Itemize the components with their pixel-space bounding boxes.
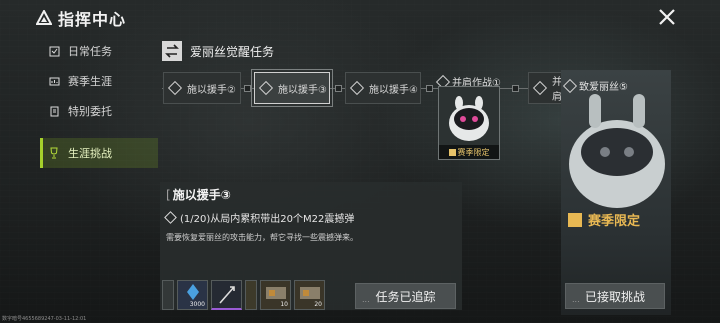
sidebar-item-label: 赛季生涯: [68, 75, 112, 88]
task-title: [施以援手③: [166, 188, 231, 202]
task-diamond-icon: [532, 80, 548, 96]
chain-connector: [244, 85, 251, 92]
robot-reward-icon: [449, 96, 489, 141]
reward-items: 3000 10 20: [162, 280, 325, 310]
chain-connector: [426, 85, 433, 92]
section-header: 爱丽丝觉醒任务: [162, 41, 274, 61]
header: 指挥中心: [36, 6, 126, 30]
crystal-icon: [187, 284, 199, 300]
reward-gift-tab: [245, 280, 257, 310]
reward-item[interactable]: 10: [260, 280, 291, 310]
sidebar-item-daily[interactable]: 日常任务: [40, 36, 158, 66]
task-tracked-button[interactable]: ... 任务已追踪: [355, 283, 456, 309]
chain-connector: [335, 85, 342, 92]
career-icon: [48, 75, 60, 87]
reward-card[interactable]: 赛季限定: [438, 86, 500, 160]
footer-code: 数字暗号4655689247-03-11-12:01: [2, 316, 87, 322]
blade-icon: [219, 286, 235, 304]
objective-diamond-icon: [164, 211, 177, 224]
trophy-icon: [48, 147, 60, 159]
commission-icon: [48, 105, 60, 117]
sidebar-item-label: 日常任务: [68, 45, 112, 58]
task-objective: (1/20)从局内累积带出20个M22震撼弹: [164, 210, 354, 225]
sidebar-item-season-career[interactable]: 赛季生涯: [40, 66, 158, 96]
sidebar: 日常任务 赛季生涯 特别委托 生涯挑战: [40, 36, 158, 168]
season-limited-badge: 赛季限定: [439, 145, 499, 159]
page-title: 指挥中心: [58, 10, 127, 29]
ammo-box-icon: [266, 287, 286, 299]
final-reward-panel: 致爱丽丝⑤: [561, 70, 671, 315]
reward-item[interactable]: [211, 280, 242, 310]
final-reward-title: 致爱丽丝⑤: [561, 78, 628, 93]
gift-icon: [568, 212, 582, 227]
task-diamond-icon: [349, 80, 365, 96]
chain-node-label: 施以援手②: [187, 84, 236, 96]
section-title: 爱丽丝觉醒任务: [190, 44, 275, 59]
reward-lock-tab: [162, 280, 174, 310]
checklist-icon: [48, 45, 60, 57]
chain-node-label: 施以援手③: [278, 84, 327, 96]
swap-icon[interactable]: [162, 41, 182, 61]
chain-connector: [512, 85, 519, 92]
reward-item[interactable]: 3000: [177, 280, 208, 310]
robot-showcase-image: [569, 94, 665, 208]
chain-node[interactable]: 施以援手④: [345, 72, 421, 104]
ammo-box-icon: [300, 287, 320, 299]
dots-icon: ...: [362, 295, 370, 304]
command-logo-icon: [36, 10, 52, 25]
chain-node[interactable]: 并肩: [528, 72, 562, 104]
chain-node-label: 施以援手④: [369, 84, 418, 96]
chain-node[interactable]: 施以援手②: [163, 72, 241, 104]
sidebar-item-label: 生涯挑战: [68, 147, 112, 160]
gift-icon: [448, 148, 456, 156]
task-diamond-icon: [562, 78, 578, 93]
task-diamond-icon: [258, 80, 274, 96]
sidebar-item-special-commission[interactable]: 特别委托: [40, 96, 158, 126]
dots-icon: ...: [572, 295, 580, 304]
accept-challenge-button[interactable]: ... 已接取挑战: [565, 283, 665, 309]
task-diamond-icon: [167, 80, 183, 96]
reward-item[interactable]: 20: [294, 280, 325, 310]
season-limited-label: 赛季限定: [568, 210, 640, 229]
task-description: 需要恢复爱丽丝的攻击能力，帮它寻找一些震撼弹来。: [166, 233, 358, 242]
chain-node-selected[interactable]: 施以援手③: [251, 69, 333, 107]
close-icon[interactable]: [656, 6, 678, 28]
sidebar-item-career-challenge[interactable]: 生涯挑战: [40, 138, 158, 168]
sidebar-item-label: 特别委托: [68, 105, 112, 118]
